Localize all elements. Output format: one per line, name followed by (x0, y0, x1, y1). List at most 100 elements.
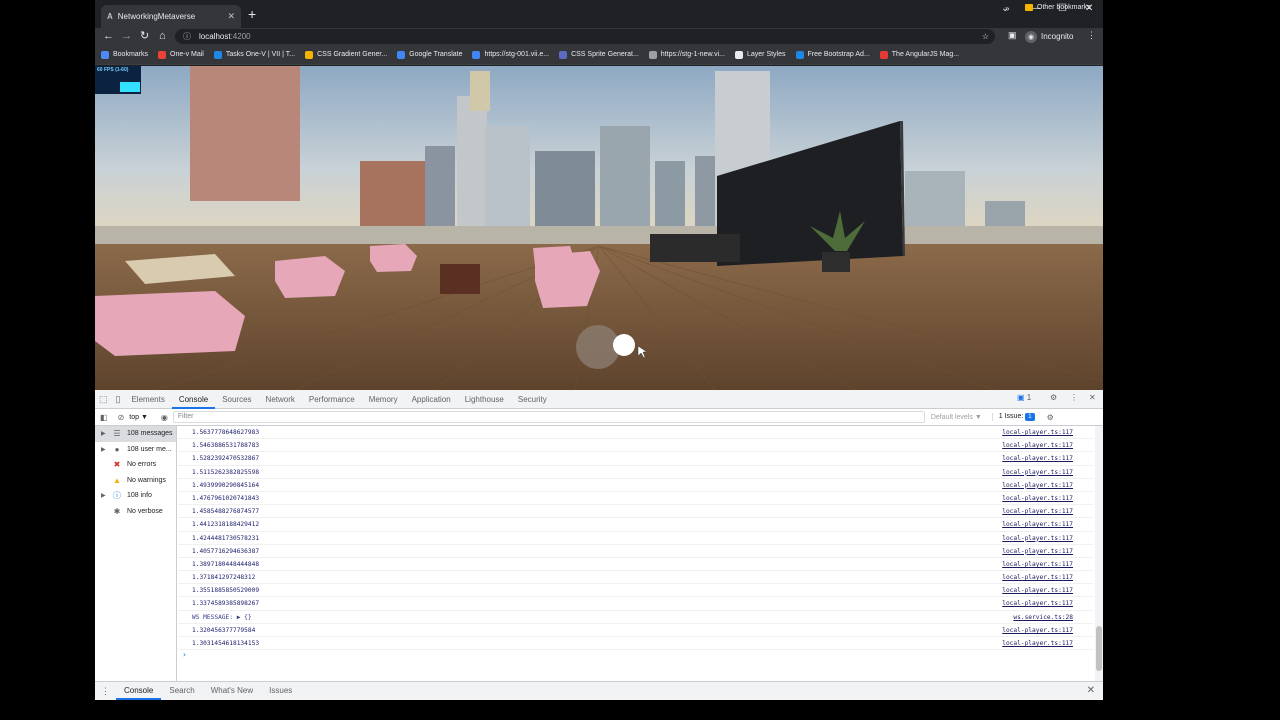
source-link[interactable]: local-player.ts:117 (1002, 545, 1073, 558)
back-icon[interactable]: ← (103, 29, 114, 43)
expand-arrow-icon[interactable]: ▶ (101, 492, 111, 499)
sidebar-item[interactable]: ✱ No verbose (95, 504, 176, 520)
bookmark-item[interactable]: CSS Gradient Gener... (305, 50, 387, 59)
live-expression-eye-icon[interactable]: ◉ (161, 413, 168, 422)
tab-memory[interactable]: Memory (362, 390, 405, 409)
sidebar-item[interactable]: ▶ ● 108 user me... (95, 442, 176, 458)
home-icon[interactable]: ⌂ (159, 29, 166, 43)
bookmark-item[interactable]: CSS Sprite Generat... (559, 50, 639, 59)
clear-console-icon[interactable]: ⊘ (118, 413, 125, 422)
joystick-knob[interactable] (613, 334, 635, 356)
tab-security[interactable]: Security (511, 390, 554, 409)
source-link[interactable]: local-player.ts:117 (1002, 624, 1073, 637)
log-value: 1.4767961020741843 (192, 494, 260, 502)
console-row: 1.5463886531788783 local-player.ts:117 (178, 439, 1093, 453)
bookmark-item[interactable]: Bookmarks (101, 50, 148, 59)
log-value[interactable]: WS MESSAGE: ▶ {} (192, 611, 252, 624)
source-link[interactable]: ws.service.ts:28 (1013, 611, 1073, 624)
close-drawer-icon[interactable]: ✕ (1087, 685, 1095, 696)
tab-elements[interactable]: Elements (124, 390, 171, 409)
new-tab-button[interactable]: + (248, 6, 256, 22)
settings-gear-icon[interactable]: ⚙ (1050, 393, 1057, 402)
drawer-tab-console[interactable]: Console (116, 682, 162, 700)
drawer-tab-issues[interactable]: Issues (261, 682, 300, 700)
drawer-tab-search[interactable]: Search (161, 682, 202, 700)
close-devtools-icon[interactable]: ✕ (1089, 393, 1096, 402)
devtools-menu-icon[interactable]: ⋮ (1070, 393, 1078, 402)
source-link[interactable]: local-player.ts:117 (1002, 558, 1073, 571)
source-link[interactable]: local-player.ts:117 (1002, 492, 1073, 505)
source-link[interactable]: local-player.ts:117 (1002, 426, 1073, 439)
incognito-profile[interactable]: ◉ Incognito (1025, 29, 1073, 44)
tab-application[interactable]: Application (405, 390, 458, 409)
devtools-tabs: Elements Console Sources Network Performance… (124, 390, 553, 409)
bookmark-item[interactable]: Tasks One-V | VII | T... (213, 50, 295, 59)
source-link[interactable]: local-player.ts:117 (1002, 452, 1073, 465)
tab-sources[interactable]: Sources (215, 390, 258, 409)
sidebar-item[interactable]: ▶ ☰ 108 messages (95, 426, 176, 442)
drawer-tabs: Console Search What's New Issues (116, 682, 300, 700)
source-link[interactable]: local-player.ts:117 (1002, 466, 1073, 479)
source-link[interactable]: local-player.ts:117 (1002, 479, 1073, 492)
metaverse-3d-canvas[interactable]: 60 FPS (1-60) (95, 66, 1103, 390)
tab-performance[interactable]: Performance (302, 390, 362, 409)
tab-console[interactable]: Console (171, 390, 216, 409)
device-toolbar-icon[interactable]: ▯ (112, 394, 125, 405)
other-bookmarks[interactable]: Other bookmarks (1025, 4, 1091, 11)
browser-tab[interactable]: A NetworkingMetaverse ✕ (101, 5, 241, 28)
fps-stats-panel[interactable]: 60 FPS (1-60) (95, 66, 141, 94)
console-settings-gear-icon[interactable]: ⚙ (1047, 413, 1054, 422)
reload-icon[interactable]: ↻ (140, 29, 149, 43)
source-link[interactable]: local-player.ts:117 (1002, 597, 1073, 610)
inspect-element-icon[interactable]: ⬚ (95, 394, 112, 405)
bookmark-label: Google Translate (409, 51, 463, 58)
sidebar-item[interactable]: ▲ No warnings (95, 473, 176, 489)
sidebar-item[interactable]: ✖ No errors (95, 457, 176, 473)
console-log-area[interactable]: 1.5637778648627983 local-player.ts:117 1.5… (178, 426, 1093, 681)
source-link[interactable]: local-player.ts:117 (1002, 532, 1073, 545)
source-link[interactable]: local-player.ts:117 (1002, 505, 1073, 518)
console-scrollbar[interactable] (1095, 426, 1103, 681)
forward-icon[interactable]: → (121, 29, 132, 43)
log-levels-dropdown[interactable]: Default levels ▼ (931, 414, 982, 421)
console-filter-input[interactable]: Filter (172, 411, 925, 423)
sidebar-item[interactable]: ▶ ⓘ 108 info (95, 488, 176, 504)
context-selector[interactable]: top ▼ (129, 414, 148, 421)
bookmark-item[interactable]: Google Translate (397, 50, 463, 59)
console-input[interactable]: › (178, 650, 1093, 664)
bookmark-item[interactable]: https://stg-001.vii.e... (472, 50, 549, 59)
sidebar-item-label: No errors (127, 461, 157, 469)
log-value: 1.3374589385898267 (192, 600, 260, 608)
tab-network[interactable]: Network (259, 390, 302, 409)
console-row: WS MESSAGE: ▶ {} ws.service.ts:28 (178, 611, 1093, 624)
source-link[interactable]: local-player.ts:117 (1002, 439, 1073, 452)
browser-menu-icon[interactable]: ⋮ (1087, 30, 1096, 41)
bookmark-star-icon[interactable]: ☆ (982, 32, 989, 41)
issues-counter[interactable]: ▣ 1 (1017, 393, 1031, 402)
expand-arrow-icon[interactable]: ▶ (101, 430, 111, 437)
source-link[interactable]: local-player.ts:117 (1002, 571, 1073, 584)
bookmarks-overflow-button[interactable]: » (1005, 4, 1009, 13)
bookmark-item[interactable]: One-v Mail (158, 50, 204, 59)
address-bar[interactable]: ⓘ localhost:4200 ☆ (175, 29, 995, 44)
expand-arrow-icon[interactable]: ▶ (101, 446, 111, 453)
site-info-icon[interactable]: ⓘ (183, 31, 191, 42)
bookmark-item[interactable]: https://stg-1-new.vi... (648, 50, 725, 59)
bookmark-item[interactable]: Layer Styles (734, 50, 786, 59)
source-link[interactable]: local-player.ts:117 (1002, 518, 1073, 531)
bookmark-item[interactable]: Free Bootstrap Ad... (795, 50, 870, 59)
scrollbar-thumb[interactable] (1096, 626, 1102, 671)
close-tab-icon[interactable]: ✕ (227, 11, 235, 22)
source-link[interactable]: local-player.ts:117 (1002, 637, 1073, 650)
issues-link[interactable]: 1 Issue: 1 (991, 413, 1035, 421)
sidebar-toggle-icon[interactable]: ◧ (100, 413, 108, 422)
log-value: 1.4244481730578231 (192, 534, 260, 542)
drawer-tab-what-s-new[interactable]: What's New (203, 682, 261, 700)
bookmark-item[interactable]: The AngularJS Mag... (879, 50, 959, 59)
tab-lighthouse[interactable]: Lighthouse (458, 390, 511, 409)
side-panel-icon[interactable]: ▣ (1008, 30, 1017, 41)
rooftop-scene (95, 66, 1103, 390)
drawer-menu-icon[interactable]: ⋮ (101, 686, 110, 697)
bookmark-favicon-icon (559, 50, 568, 59)
source-link[interactable]: local-player.ts:117 (1002, 584, 1073, 597)
